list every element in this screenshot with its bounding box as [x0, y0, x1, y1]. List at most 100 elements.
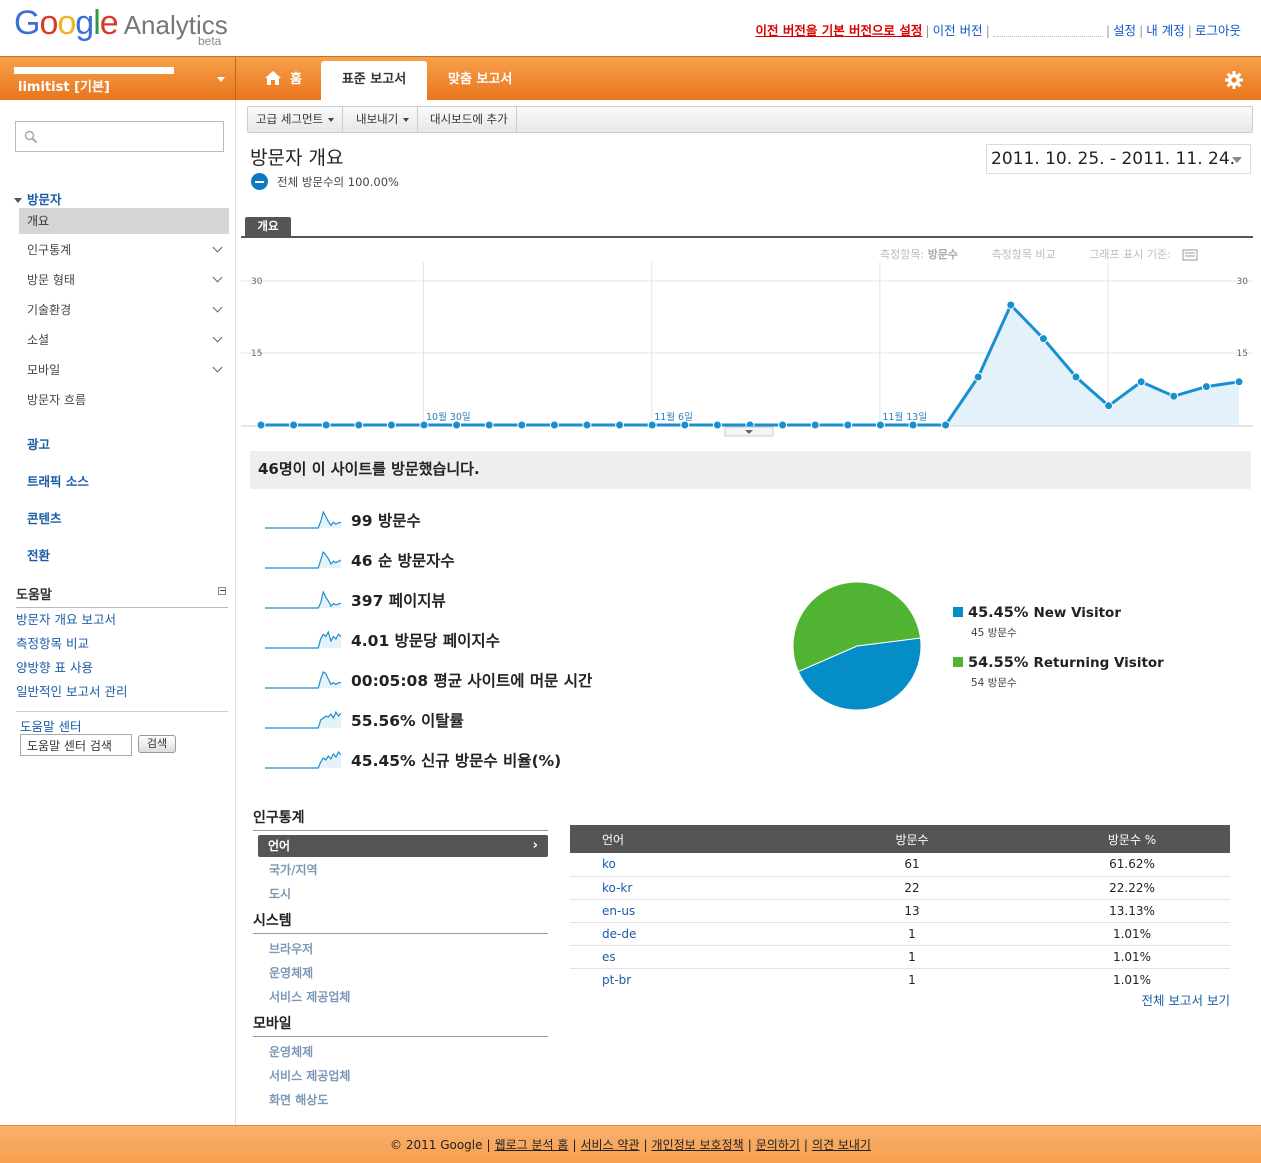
data-point[interactable] — [582, 420, 592, 430]
compare-metric-link[interactable]: 측정항목 비교 — [992, 248, 1056, 261]
sidebar-item-overview[interactable]: 개요 — [19, 208, 229, 234]
language-cell[interactable]: ko-kr — [570, 876, 790, 900]
advanced-segments-button[interactable]: 고급 세그먼트 — [248, 107, 344, 132]
mobile-item-resolution[interactable]: 화면 해상도 — [269, 1091, 328, 1108]
chevron-down-icon[interactable] — [212, 362, 223, 373]
help-link-compare-metrics[interactable]: 측정항목 비교 — [16, 633, 89, 652]
data-point[interactable] — [354, 420, 364, 430]
chevron-down-icon[interactable] — [212, 332, 223, 343]
tab-custom-reports[interactable]: 맞춤 보고서 — [432, 61, 528, 101]
mobile-item-os[interactable]: 운영체제 — [269, 1043, 313, 1060]
data-point[interactable] — [647, 420, 657, 430]
help-link-pivot-table[interactable]: 양방향 표 사용 — [16, 657, 93, 676]
help-link-manage-reports[interactable]: 일반적인 보고서 관리 — [16, 681, 127, 700]
demographics-item-country[interactable]: 국가/지역 — [269, 861, 318, 878]
system-item-browser[interactable]: 브라우저 — [269, 940, 313, 957]
google-analytics-logo[interactable]: Google Analytics — [14, 4, 228, 43]
data-point[interactable] — [810, 420, 820, 430]
demographics-item-language[interactable]: 언어 › — [258, 835, 548, 857]
data-point[interactable] — [1038, 334, 1048, 344]
language-cell[interactable]: es — [570, 945, 790, 969]
tab-overview[interactable]: 개요 — [245, 217, 291, 236]
footer-link-privacy[interactable]: 개인정보 보호정책 — [652, 1138, 744, 1152]
sidebar-item-visitor-flow[interactable]: 방문자 흐름 — [27, 391, 86, 408]
chart-resize-handle[interactable] — [724, 426, 774, 437]
chevron-down-icon[interactable] — [212, 272, 223, 283]
chevron-down-icon[interactable] — [212, 302, 223, 313]
chevron-down-icon[interactable] — [212, 242, 223, 253]
logout-link[interactable]: 로그아웃 — [1195, 23, 1241, 38]
data-point[interactable] — [1136, 377, 1146, 387]
sidebar-section-visitors[interactable]: 방문자 — [14, 189, 62, 208]
old-version-link[interactable]: 이전 버전 — [933, 23, 983, 38]
sidebar-item-demographics[interactable]: 인구통계 — [27, 241, 71, 258]
data-point[interactable] — [484, 420, 494, 430]
sidebar-item-mobile[interactable]: 모바일 — [27, 361, 60, 378]
column-header-visits-percent[interactable]: 방문수 % — [1034, 825, 1230, 853]
export-button[interactable]: 내보내기 — [348, 107, 419, 132]
data-point[interactable] — [778, 420, 788, 430]
data-point[interactable] — [908, 420, 918, 430]
tab-home[interactable]: 홈 — [248, 61, 318, 101]
data-point[interactable] — [680, 420, 690, 430]
data-point[interactable] — [1104, 401, 1114, 411]
demographics-item-city[interactable]: 도시 — [269, 885, 291, 902]
column-header-visits[interactable]: 방문수 — [790, 825, 1034, 853]
add-to-dashboard-button[interactable]: 대시보드에 추가 — [422, 107, 517, 132]
sidebar-item-behavior[interactable]: 방문 형태 — [27, 271, 75, 288]
data-point[interactable] — [452, 420, 462, 430]
sidebar-search-input[interactable] — [15, 121, 224, 152]
data-point[interactable] — [973, 372, 983, 382]
footer-link-contact[interactable]: 문의하기 — [756, 1138, 800, 1152]
set-default-version-link[interactable]: 이전 버전을 기본 버전으로 설정 — [755, 23, 922, 38]
data-point[interactable] — [256, 420, 266, 430]
data-point[interactable] — [615, 420, 625, 430]
help-search-button[interactable]: 검색 — [138, 735, 176, 753]
account-selector[interactable]: limitist [기본] — [0, 57, 236, 101]
data-point[interactable] — [1071, 372, 1081, 382]
system-item-os[interactable]: 운영체제 — [269, 964, 313, 981]
data-point[interactable] — [289, 420, 299, 430]
metric-selector[interactable]: 측정항목: 방문수 — [880, 248, 958, 261]
graph-type-icon[interactable] — [1182, 249, 1198, 261]
gear-icon[interactable] — [1225, 71, 1243, 89]
data-point[interactable] — [941, 420, 951, 430]
column-header-language[interactable]: 언어 — [570, 825, 790, 853]
sidebar-item-social[interactable]: 소셜 — [27, 331, 49, 348]
language-cell[interactable]: ko — [570, 853, 790, 877]
legend-swatch-new — [953, 607, 963, 617]
sidebar-section-content[interactable]: 콘텐츠 — [27, 508, 62, 527]
data-point[interactable] — [321, 420, 331, 430]
sidebar-item-technology[interactable]: 기술환경 — [27, 301, 71, 318]
help-center-search-input[interactable]: 도움말 센터 검색 — [20, 734, 132, 756]
system-item-provider[interactable]: 서비스 제공업체 — [269, 988, 350, 1005]
data-point[interactable] — [549, 420, 559, 430]
data-point[interactable] — [712, 420, 722, 430]
language-cell[interactable]: en-us — [570, 899, 790, 923]
view-full-report-link[interactable]: 전체 보고서 보기 — [1142, 990, 1230, 1009]
tab-standard-reports[interactable]: 표준 보고서 — [321, 61, 427, 101]
data-point[interactable] — [1169, 391, 1179, 401]
sidebar-section-advertising[interactable]: 광고 — [27, 434, 50, 453]
help-link-visitors-overview[interactable]: 방문자 개요 보고서 — [16, 609, 116, 628]
data-point[interactable] — [1234, 377, 1244, 387]
my-account-link[interactable]: 내 계정 — [1146, 23, 1184, 38]
data-point[interactable] — [875, 420, 885, 430]
sidebar-section-conversions[interactable]: 전환 — [27, 545, 50, 564]
footer-link-feedback[interactable]: 의견 보내기 — [812, 1138, 871, 1152]
language-cell[interactable]: de-de — [570, 922, 790, 946]
data-point[interactable] — [1006, 300, 1016, 310]
settings-link[interactable]: 설정 — [1113, 23, 1136, 38]
data-point[interactable] — [1201, 382, 1211, 392]
date-range-picker[interactable]: 2011. 10. 25. - 2011. 11. 24. — [986, 144, 1251, 174]
footer-link-terms[interactable]: 서비스 약관 — [580, 1138, 639, 1152]
data-point[interactable] — [386, 420, 396, 430]
language-cell[interactable]: pt-br — [570, 968, 790, 991]
footer-link-analytics-home[interactable]: 웹로그 분석 홈 — [495, 1138, 569, 1152]
collapse-icon[interactable]: − — [218, 587, 226, 595]
data-point[interactable] — [517, 420, 527, 430]
sidebar-section-traffic-sources[interactable]: 트래픽 소스 — [27, 471, 89, 490]
data-point[interactable] — [419, 420, 429, 430]
mobile-item-provider[interactable]: 서비스 제공업체 — [269, 1067, 350, 1084]
data-point[interactable] — [843, 420, 853, 430]
